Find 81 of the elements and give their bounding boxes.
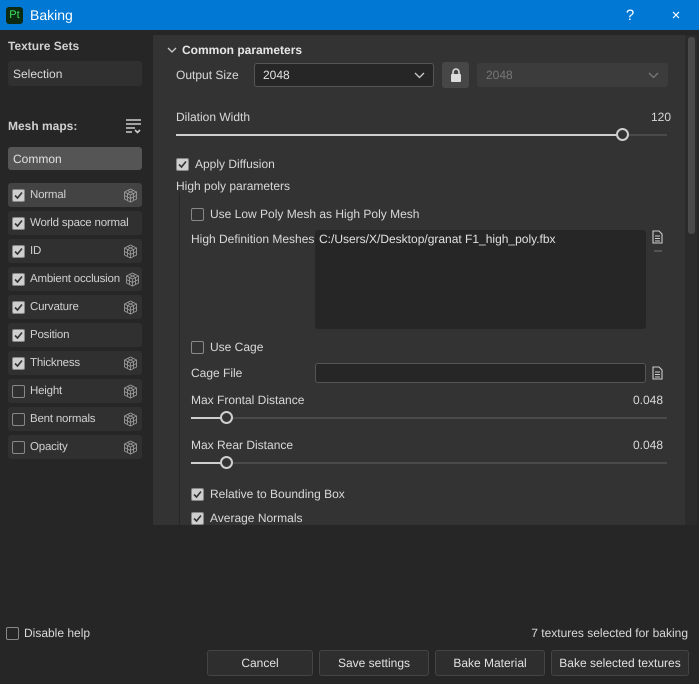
checkbox[interactable] [12, 188, 25, 202]
meshes-list-field[interactable]: C:/Users/X/Desktop/granat F1_high_poly.fbx [315, 230, 646, 329]
checkbox[interactable] [6, 626, 19, 640]
status-text: 7 textures selected for baking [531, 626, 688, 640]
mesh-map-label: World space normal [30, 217, 130, 229]
help-button[interactable]: ? [607, 0, 653, 30]
texture-set-item[interactable]: Selection [8, 61, 142, 86]
slider-label: Max Frontal Distance [191, 393, 304, 407]
dialog-button[interactable]: Bake selected textures [551, 650, 689, 676]
slider-label: Max Rear Distance [191, 438, 294, 452]
mesh-map-item[interactable]: ID [8, 239, 142, 263]
mesh-map-label: Normal [30, 189, 67, 201]
checkbox-label: Use Cage [210, 340, 264, 354]
app-logo: Pt [6, 6, 23, 24]
mesh-map-label: Thickness [30, 357, 81, 369]
slider-thumb[interactable] [220, 456, 233, 469]
checkbox[interactable] [12, 384, 25, 398]
checkbox[interactable] [12, 300, 25, 314]
slider-label: Dilation Width [176, 110, 250, 124]
checkbox-label: Disable help [24, 626, 90, 640]
mesh-map-label: Bent normals [30, 413, 96, 425]
section-title: Common parameters [182, 43, 302, 57]
checkbox[interactable] [12, 356, 25, 370]
checkbox[interactable] [191, 488, 204, 500]
checkbox[interactable] [12, 244, 25, 258]
subsection-title: High poly parameters [176, 179, 292, 193]
dialog-button[interactable]: Save settings [319, 650, 429, 676]
mesh-map-item[interactable]: Curvature [8, 295, 142, 319]
file-icon[interactable] [652, 366, 663, 380]
lock-icon [450, 68, 462, 82]
slider-thumb[interactable] [220, 411, 233, 424]
mesh-map-item[interactable]: Opacity [8, 435, 142, 459]
mesh-map-label: ID [30, 245, 42, 257]
mesh-map-item[interactable]: Height [8, 379, 142, 403]
field-label: High Definition Meshes [191, 232, 315, 246]
checkbox[interactable] [12, 216, 25, 230]
checkbox[interactable] [191, 512, 204, 524]
mesh-map-label: Ambient occlusion [30, 273, 120, 285]
window-title: Baking [30, 7, 74, 23]
slider-thumb[interactable] [616, 128, 629, 141]
checkbox[interactable] [191, 208, 204, 220]
file-icon[interactable] [652, 230, 663, 244]
chevron-down-icon [414, 72, 425, 78]
mesh-map-item[interactable]: Ambient occlusion [8, 267, 142, 291]
scrollbar-thumb[interactable] [688, 37, 694, 234]
checkbox[interactable] [191, 340, 204, 354]
cage-file-field[interactable] [315, 363, 646, 383]
field-label: Output Size [176, 68, 240, 82]
chevron-down-icon [648, 72, 659, 78]
dialog-button[interactable]: Cancel [207, 650, 313, 676]
close-button[interactable]: × [653, 0, 699, 30]
mesh-map-item[interactable]: Bent normals [8, 407, 142, 431]
output-size-select[interactable]: 2048 [254, 63, 434, 87]
checkbox-label: Apply Diffusion [195, 157, 275, 171]
mesh-map-item[interactable]: Normal [8, 183, 142, 207]
checkbox[interactable] [176, 158, 189, 170]
list-menu-icon[interactable] [125, 118, 142, 134]
mesh-map-label: Height [30, 385, 64, 397]
dialog-button[interactable]: Bake Material [435, 650, 545, 676]
checkbox-label: Average Normals [210, 511, 302, 525]
checkbox[interactable] [12, 412, 25, 426]
mesh-map-item[interactable]: World space normal [8, 211, 142, 235]
slider-value: 0.048 [632, 393, 663, 407]
checkbox[interactable] [12, 328, 25, 342]
field-label: Cage File [191, 366, 244, 380]
lock-button[interactable] [442, 62, 469, 88]
mesh-map-item[interactable]: Position [8, 323, 142, 347]
section-title: Texture Sets [8, 39, 80, 53]
mesh-map-label: Opacity [30, 441, 69, 453]
checkbox-label: Relative to Bounding Box [210, 487, 345, 501]
checkbox[interactable] [12, 440, 25, 454]
mesh-map-item[interactable]: Thickness [8, 351, 142, 375]
slider-value: 0.048 [632, 438, 663, 452]
chevron-icon[interactable] [167, 46, 177, 54]
slider-value: 120 [650, 110, 671, 124]
checkbox-label: Use Low Poly Mesh as High Poly Mesh [210, 207, 420, 221]
section-title: Mesh maps: [8, 119, 78, 133]
mesh-map-label: Position [30, 329, 70, 341]
mesh-map-label: Curvature [30, 301, 80, 313]
group-button[interactable]: Common [8, 147, 142, 170]
checkbox[interactable] [12, 272, 25, 286]
